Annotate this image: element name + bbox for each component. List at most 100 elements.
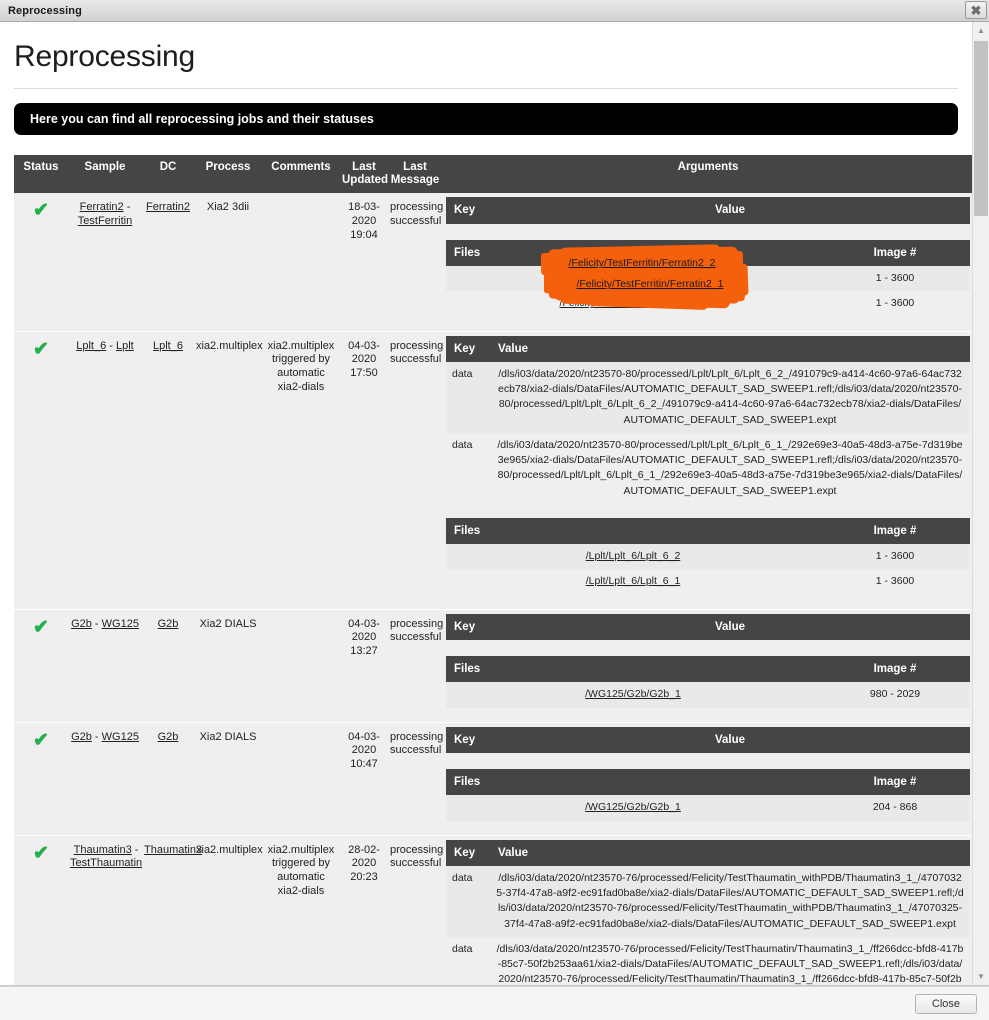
sample-protein-link[interactable]: TestFerritin bbox=[78, 215, 132, 227]
table-header-row: Status Sample DC Process Comments Last U… bbox=[14, 155, 972, 194]
column-header-dc[interactable]: DC bbox=[142, 155, 194, 194]
scroll-down-icon[interactable]: ▼ bbox=[973, 968, 989, 985]
kv-key: data bbox=[452, 942, 473, 955]
file-path-link[interactable]: /WG125/G2b/G2b_1 bbox=[585, 801, 681, 813]
close-button[interactable]: Close bbox=[914, 993, 977, 1014]
sample-link[interactable]: Ferratin2 bbox=[80, 201, 124, 213]
dc-cell: Ferratin2 bbox=[142, 193, 194, 331]
dc-link[interactable]: Lplt_6 bbox=[153, 340, 183, 352]
file-row: /WG125/G2b/G2b_1 980 - 2029 bbox=[446, 682, 970, 708]
file-path-link[interactable]: /Lplt/Lplt_6/Lplt_6_1 bbox=[586, 575, 681, 587]
table-row: ✔ Ferratin2 - TestFerritin Ferratin2 Xia2 3… bbox=[14, 193, 972, 332]
kv-header-key: Key bbox=[446, 613, 490, 640]
sample-link[interactable]: G2b bbox=[71, 618, 92, 630]
kv-value: /dls/i03/data/2020/nt23570-80/processed/… bbox=[497, 438, 963, 497]
arguments-files-table: Files Image #/Felicity/TestFerritin/Ferra… bbox=[446, 239, 970, 317]
kv-key: data bbox=[446, 362, 490, 433]
kv-header-row: Key Value bbox=[446, 613, 970, 640]
status-success-icon: ✔ bbox=[33, 200, 49, 222]
file-path-link[interactable]: /Felicity/TestFerritin/Ferratin2_1 bbox=[559, 297, 706, 309]
file-path-cell: /WG125/G2b/G2b_1 bbox=[446, 682, 820, 708]
file-row: /Felicity/TestFerritin/Ferratin2_2 1 - 36… bbox=[446, 266, 970, 292]
arguments-key-value-table: Key Value data/dls/i03/data/2020/nt23570-8… bbox=[446, 335, 970, 504]
last-message-cell: processing successful bbox=[390, 339, 444, 366]
kv-header-value: Value bbox=[490, 726, 970, 753]
info-banner: Here you can find all reprocessing jobs … bbox=[14, 103, 958, 135]
last-updated-cell: 18-03-2020 19:04 bbox=[348, 201, 380, 241]
sample-protein-link[interactable]: WG125 bbox=[102, 618, 139, 630]
sample-separator: - bbox=[106, 339, 116, 352]
file-path-link[interactable]: /Lplt/Lplt_6/Lplt_6_2 bbox=[586, 550, 681, 562]
arguments-key-value-table: Key Value bbox=[446, 613, 970, 640]
column-header-process[interactable]: Process bbox=[194, 155, 262, 194]
scrollbar-thumb[interactable] bbox=[974, 41, 988, 216]
dc-link[interactable]: G2b bbox=[158, 618, 179, 630]
table-row: ✔ Thaumatin3 - TestThaumatin Thaumatin3 xia… bbox=[14, 835, 972, 985]
dialog-footer: Close bbox=[0, 986, 989, 1020]
last-updated-cell: 04-03-2020 13:27 bbox=[348, 617, 380, 658]
column-header-last-updated[interactable]: Last Updated bbox=[340, 155, 388, 194]
arguments-files-table: Files Image # /Lplt/Lplt_6/Lplt_6_2 1 - 360… bbox=[446, 517, 970, 595]
reprocessing-jobs-table: Status Sample DC Process Comments Last U… bbox=[14, 155, 972, 985]
sample-protein-link[interactable]: TestThaumatin bbox=[70, 857, 142, 869]
dc-link[interactable]: Ferratin2 bbox=[146, 201, 190, 213]
file-path-cell: /Felicity/TestFerritin/Ferratin2_1 bbox=[446, 291, 820, 316]
kv-value: /dls/i03/data/2020/nt23570-76/processed/… bbox=[496, 942, 964, 985]
status-cell: ✔ bbox=[14, 609, 68, 722]
sample-protein-link[interactable]: Lplt bbox=[116, 340, 134, 352]
process-cell: Xia2 3dii bbox=[206, 201, 250, 214]
dc-link[interactable]: Thaumatin3 bbox=[144, 844, 202, 856]
file-row: /Lplt/Lplt_6/Lplt_6_1 1 - 3600 bbox=[446, 569, 970, 594]
dc-link[interactable]: G2b bbox=[158, 731, 179, 743]
status-cell: ✔ bbox=[14, 722, 68, 835]
file-path-link[interactable]: /WG125/G2b/G2b_1 bbox=[585, 688, 681, 700]
arguments-cell: Key Value Files Image # /WG125/G2b/G2b_1 980 … bbox=[442, 609, 972, 722]
files-header-row: Files Image # bbox=[446, 655, 970, 683]
last-updated-cell: 04-03-2020 10:47 bbox=[348, 730, 380, 771]
files-header-row: Files Image # bbox=[446, 239, 970, 267]
status-success-icon: ✔ bbox=[33, 338, 49, 360]
process-cell: Xia2 DIALS bbox=[199, 730, 257, 743]
column-header-status[interactable]: Status bbox=[14, 155, 68, 194]
arguments-files-table: Files Image # /WG125/G2b/G2b_1 204 - 868 bbox=[446, 768, 970, 821]
dc-cell: Lplt_6 bbox=[142, 331, 194, 609]
column-header-last-message[interactable]: Last Message bbox=[388, 155, 442, 194]
dc-cell: G2b bbox=[142, 722, 194, 835]
kv-value: /dls/i03/data/2020/nt23570-76/processed/… bbox=[490, 865, 970, 937]
kv-header-row: Key Value bbox=[446, 726, 970, 753]
file-row: /Felicity/TestFerritin/Ferratin2_1 1 - 36… bbox=[446, 291, 970, 316]
file-row: /Lplt/Lplt_6/Lplt_6_2 1 - 3600 bbox=[446, 544, 970, 570]
sample-link[interactable]: Thaumatin3 bbox=[74, 844, 132, 856]
files-header-image-number: Image # bbox=[820, 655, 970, 683]
kv-row: data/dls/i03/data/2020/nt23570-80/proces… bbox=[446, 433, 970, 504]
sample-link[interactable]: G2b bbox=[71, 731, 92, 743]
close-icon[interactable]: ✖ bbox=[965, 1, 987, 19]
files-header-files: Files bbox=[446, 517, 820, 545]
sample-protein-link[interactable]: WG125 bbox=[102, 731, 139, 743]
reprocessing-dialog: Reprocessing ✖ Reprocessing Here you can… bbox=[0, 0, 989, 1020]
files-header-files: Files bbox=[446, 655, 820, 683]
kv-header-key: Key bbox=[446, 335, 490, 362]
status-cell: ✔ bbox=[14, 331, 68, 609]
column-header-arguments[interactable]: Arguments bbox=[442, 155, 972, 194]
sample-cell: Thaumatin3 - TestThaumatin bbox=[68, 835, 142, 985]
arguments-key-value-table: Key Value bbox=[446, 726, 970, 753]
sample-link[interactable]: Lplt_6 bbox=[76, 340, 106, 352]
arguments-cell: Key Value data/dls/i03/data/2020/nt23570-8… bbox=[442, 331, 972, 609]
column-header-sample[interactable]: Sample bbox=[68, 155, 142, 194]
last-message-cell: processing successful bbox=[390, 617, 444, 644]
column-header-comments[interactable]: Comments bbox=[262, 155, 340, 194]
scroll-up-icon[interactable]: ▲ bbox=[973, 22, 989, 39]
kv-key: data bbox=[452, 438, 473, 451]
kv-header-key: Key bbox=[446, 839, 490, 866]
last-message-cell: processing successful bbox=[390, 201, 444, 228]
kv-key: data bbox=[446, 865, 490, 937]
kv-header-key: Key bbox=[446, 197, 490, 224]
arguments-cell: Key Value Files Image # /WG125/G2b/G2b_1 204 … bbox=[442, 722, 972, 835]
last-updated-cell: 28-02-2020 20:23 bbox=[348, 843, 380, 884]
table-row: ✔ G2b - WG125 G2b Xia2 DIALS 04-03-2020 10:4… bbox=[14, 722, 972, 835]
kv-header-value: Value bbox=[490, 839, 970, 866]
vertical-scrollbar[interactable]: ▲ ▼ bbox=[972, 22, 989, 985]
file-path-link[interactable]: /Felicity/TestFerritin/Ferratin2_2 bbox=[559, 272, 706, 284]
file-image-range: 1 - 3600 bbox=[875, 297, 915, 310]
